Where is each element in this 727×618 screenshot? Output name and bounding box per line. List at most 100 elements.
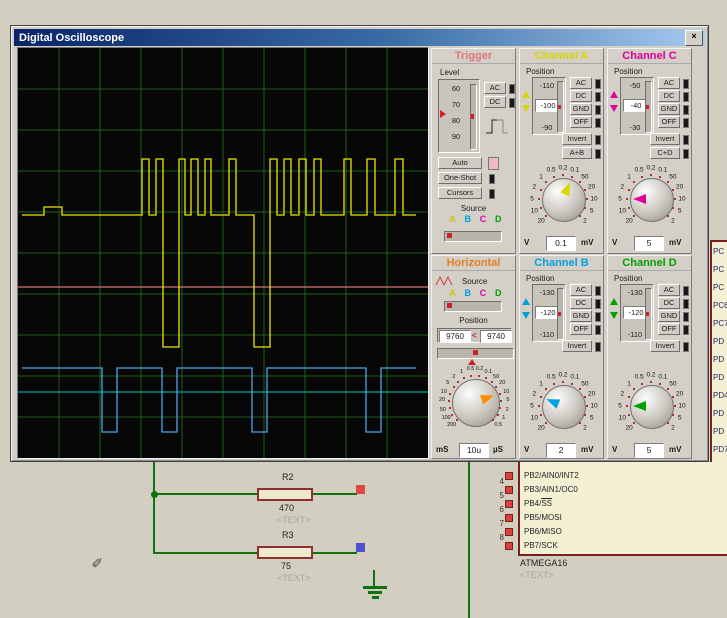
knob-scale-label: 1 bbox=[502, 415, 505, 421]
invert-button[interactable]: Invert bbox=[562, 133, 592, 145]
ac-button[interactable]: AC bbox=[570, 284, 592, 296]
gnd-button[interactable]: GND bbox=[570, 103, 592, 115]
invert-button[interactable]: Invert bbox=[562, 340, 592, 352]
position-down-arrow[interactable] bbox=[610, 312, 618, 319]
trigger-cursors-button[interactable]: Cursors bbox=[438, 187, 482, 199]
chip-pin-row[interactable]: PB2/AIN0/INT2 bbox=[488, 469, 718, 483]
chip-pin-row[interactable]: 7 PB6/MISO bbox=[488, 525, 718, 539]
position-thumb[interactable] bbox=[558, 312, 561, 316]
position-slider[interactable]: -50 -40 -30 bbox=[620, 77, 654, 135]
source-a[interactable]: A bbox=[446, 214, 459, 224]
position-slider[interactable]: -130 -120 -110 bbox=[532, 284, 566, 342]
knob-tick bbox=[579, 215, 581, 217]
channel-d-slot: Channel D Position -130 -120 -110 AC DC … bbox=[607, 255, 692, 459]
ac-button[interactable]: AC bbox=[570, 77, 592, 89]
invert-button[interactable]: Invert bbox=[650, 133, 680, 145]
pin-connection-box[interactable] bbox=[505, 542, 513, 550]
trigger-edge-selector[interactable] bbox=[484, 113, 510, 139]
source-c[interactable]: C bbox=[476, 214, 489, 224]
position-track[interactable] bbox=[645, 81, 652, 133]
scale-knob[interactable]: 20105210.50.20.150201052 bbox=[520, 372, 605, 440]
combine-button[interactable]: A+B bbox=[562, 147, 592, 159]
source-d[interactable]: D bbox=[492, 214, 505, 224]
pin-connection-box[interactable] bbox=[505, 514, 513, 522]
gnd-button[interactable]: GND bbox=[570, 310, 592, 322]
horizontal-position-thumb[interactable] bbox=[473, 350, 478, 355]
source-b[interactable]: B bbox=[461, 214, 474, 224]
horizontal-position-slider[interactable] bbox=[437, 348, 514, 359]
timebase-knob[interactable]: 2001005020105210.50.20.15020105210.5 bbox=[432, 366, 517, 440]
knob-tick bbox=[540, 396, 542, 398]
source-a[interactable]: A bbox=[446, 288, 459, 298]
horizontal-source-thumb[interactable] bbox=[447, 303, 452, 308]
trigger-level-track[interactable] bbox=[470, 84, 477, 150]
position-down-arrow[interactable] bbox=[610, 105, 618, 112]
trigger-level-slider[interactable]: 60 70 80 90 bbox=[438, 79, 480, 153]
position-up-arrow[interactable] bbox=[522, 298, 530, 305]
chip-name[interactable]: ATMEGA16 bbox=[520, 558, 567, 568]
dc-button[interactable]: DC bbox=[658, 297, 680, 309]
part-ref[interactable]: R2 bbox=[282, 472, 294, 482]
knob-scale-label: 5 bbox=[678, 414, 682, 421]
dc-button[interactable]: DC bbox=[658, 90, 680, 102]
position-thumb[interactable] bbox=[558, 105, 561, 109]
horizontal-source-slider[interactable] bbox=[444, 301, 502, 312]
ac-button[interactable]: AC bbox=[658, 77, 680, 89]
scale-knob[interactable]: 20105210.50.20.150201052 bbox=[608, 165, 693, 233]
chip-pin-row[interactable]: 5 PB4/SS bbox=[488, 497, 718, 511]
pin-connection-box[interactable] bbox=[505, 528, 513, 536]
ground-symbol[interactable] bbox=[363, 586, 387, 589]
trigger-source-options[interactable]: A B C D bbox=[446, 214, 505, 224]
resistor-r2[interactable] bbox=[257, 488, 313, 501]
part-value[interactable]: 75 bbox=[281, 561, 291, 571]
trigger-oneshot-button[interactable]: One-Shot bbox=[438, 172, 482, 184]
off-button[interactable]: OFF bbox=[658, 116, 680, 128]
combine-button[interactable]: C+D bbox=[650, 147, 680, 159]
position-slider[interactable]: -110 -100 -90 bbox=[532, 77, 566, 135]
chip-pin-row[interactable]: 8 PB7/SCK bbox=[488, 539, 718, 553]
position-thumb[interactable] bbox=[646, 105, 649, 109]
position-slider[interactable]: -130 -120 -110 bbox=[620, 284, 654, 342]
ac-button[interactable]: AC bbox=[658, 284, 680, 296]
dc-button[interactable]: DC bbox=[570, 90, 592, 102]
trigger-dc-button[interactable]: DC bbox=[484, 96, 506, 108]
pin-connection-box[interactable] bbox=[505, 500, 513, 508]
chip-pin-row[interactable]: 6 PB5/MOSI bbox=[488, 511, 718, 525]
gnd-button[interactable]: GND bbox=[658, 103, 680, 115]
trigger-source-thumb[interactable] bbox=[447, 233, 452, 238]
position-up-arrow[interactable] bbox=[610, 298, 618, 305]
off-button[interactable]: OFF bbox=[570, 323, 592, 335]
source-b[interactable]: B bbox=[461, 288, 474, 298]
dc-button[interactable]: DC bbox=[570, 297, 592, 309]
horizontal-source-options[interactable]: A B C D bbox=[446, 288, 505, 298]
pin-connection-box[interactable] bbox=[505, 486, 513, 494]
position-thumb[interactable] bbox=[646, 312, 649, 316]
part-ref[interactable]: R3 bbox=[282, 530, 294, 540]
off-button[interactable]: OFF bbox=[658, 323, 680, 335]
chip-pin-row[interactable]: 4 PB3/AIN1/OC0 bbox=[488, 483, 718, 497]
source-c[interactable]: C bbox=[476, 288, 489, 298]
trigger-ac-button[interactable]: AC bbox=[484, 82, 506, 94]
resistor-r3[interactable] bbox=[257, 546, 313, 559]
position-down-arrow[interactable] bbox=[522, 105, 530, 112]
off-button[interactable]: OFF bbox=[570, 116, 592, 128]
scale-knob[interactable]: 20105210.50.20.150201052 bbox=[520, 165, 605, 233]
position-track[interactable] bbox=[557, 81, 564, 133]
knob-scale-label: 1 bbox=[460, 369, 463, 375]
trigger-level-thumb[interactable] bbox=[471, 114, 474, 119]
source-d[interactable]: D bbox=[492, 288, 505, 298]
position-track[interactable] bbox=[557, 288, 564, 340]
trigger-source-slider[interactable] bbox=[444, 231, 502, 242]
invert-button[interactable]: Invert bbox=[650, 340, 680, 352]
position-up-arrow[interactable] bbox=[610, 91, 618, 98]
gnd-button[interactable]: GND bbox=[658, 310, 680, 322]
position-track[interactable] bbox=[645, 288, 652, 340]
position-down-arrow[interactable] bbox=[522, 312, 530, 319]
scale-knob[interactable]: 20105210.50.20.150201052 bbox=[608, 372, 693, 440]
part-value[interactable]: 470 bbox=[279, 503, 294, 513]
window-titlebar[interactable]: Digital Oscilloscope × bbox=[14, 29, 705, 46]
pin-connection-box[interactable] bbox=[505, 472, 513, 480]
trigger-auto-button[interactable]: Auto bbox=[438, 157, 482, 169]
position-up-arrow[interactable] bbox=[522, 91, 530, 98]
window-close-button[interactable]: × bbox=[685, 30, 703, 46]
